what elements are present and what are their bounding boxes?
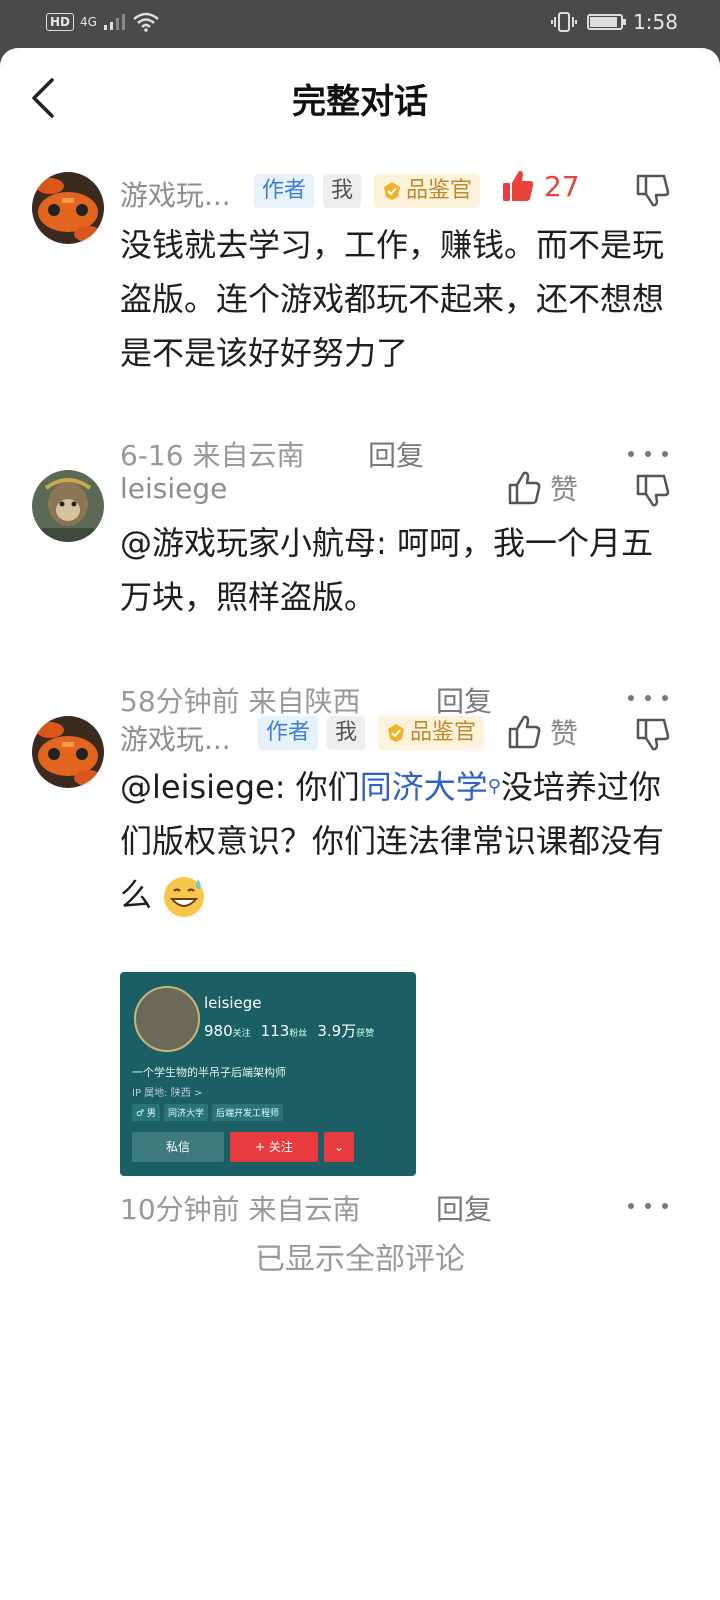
- more-dot-icon: [645, 451, 651, 457]
- thumbs-up-icon: [508, 471, 541, 505]
- more-dot-icon: [645, 1203, 651, 1209]
- profile-screenshot-attachment[interactable]: leisiege 980关注 113粉丝 3.9万获赞 一个学生物的半吊子后端架构师…: [120, 972, 416, 1176]
- username[interactable]: 游戏玩...: [120, 718, 231, 758]
- thumbs-down-icon[interactable]: [634, 170, 672, 208]
- comment-text: 没钱就去学习，工作，赚钱。而不是玩盗版。连个游戏都玩不起来，还不想想是不是该好好…: [120, 226, 665, 372]
- like-button[interactable]: 27: [500, 168, 580, 204]
- like-button[interactable]: 赞: [506, 712, 578, 752]
- avatar[interactable]: [32, 716, 104, 788]
- username[interactable]: 游戏玩...: [120, 174, 231, 214]
- more-dot-icon: [662, 1203, 668, 1209]
- like-label: 赞: [550, 473, 579, 506]
- like-button[interactable]: 赞: [506, 468, 578, 508]
- sweat-smile-emoji-icon: [164, 877, 205, 917]
- comment-item: 游戏玩... 作者 我 品鉴官 赞 @leisiege: 你们同济大学⚲没培养过…: [0, 712, 720, 1232]
- vibrate-icon: [551, 12, 578, 32]
- following-label: 关注: [232, 1029, 251, 1039]
- attachment-tags: ♂ 男 同济大学 后端开发工程师: [132, 1104, 283, 1121]
- gamepad-avatar-image: [32, 716, 104, 788]
- more-options-button[interactable]: [628, 688, 668, 708]
- thumbs-down-icon[interactable]: [634, 714, 672, 752]
- attachment-username: leisiege: [204, 994, 262, 1012]
- wifi-icon: [133, 12, 159, 32]
- reply-button[interactable]: 回复: [436, 1188, 492, 1228]
- signal-icon: 4G: [80, 15, 97, 29]
- judge-badge-label: 品鉴官: [406, 178, 473, 203]
- comment-text: @leisiege: 你们同济大学⚲没培养过你们版权意识？你们连法律常识课都没有…: [120, 760, 680, 922]
- me-badge: 我: [323, 174, 362, 208]
- more-options-button[interactable]: [628, 444, 668, 464]
- author-badge: 作者: [254, 174, 315, 208]
- fans-label: 粉丝: [289, 1029, 308, 1039]
- fans-count: 113: [260, 1022, 290, 1040]
- attachment-tag: 同济大学: [163, 1104, 208, 1121]
- more-dot-icon: [628, 695, 634, 701]
- more-options-button[interactable]: [628, 1196, 668, 1216]
- like-count: 27: [544, 169, 580, 203]
- gamepad-avatar-image: [32, 172, 104, 244]
- clock: 1:58: [633, 10, 678, 34]
- school-link-label: 同济大学: [359, 768, 488, 806]
- author-badge: 作者: [258, 716, 319, 750]
- comment-text-prefix: @leisiege: 你们: [120, 768, 360, 806]
- attachment-more-button: ⌄: [324, 1132, 354, 1162]
- thumbs-down-icon[interactable]: [634, 470, 672, 508]
- comment-item: 游戏玩... 作者 我 品鉴官 27 没钱就去学习，工作，赚钱。而不是玩盗版。连…: [0, 168, 720, 472]
- school-link[interactable]: 同济大学⚲: [360, 768, 501, 806]
- battery-icon: [587, 14, 627, 30]
- more-dot-icon: [628, 1203, 634, 1209]
- thumbs-up-filled-icon: [503, 170, 534, 201]
- judge-badge: 品鉴官: [378, 716, 485, 750]
- monkey-king-avatar-image: [32, 470, 104, 542]
- more-dot-icon: [645, 695, 651, 701]
- attachment-dm-button: 私信: [132, 1132, 224, 1162]
- page-title: 完整对话: [292, 82, 428, 122]
- more-dot-icon: [662, 451, 668, 457]
- comment-item: leisiege 赞 @游戏玩家小航母: 呵呵，我一个月五万块，照样盗版。 58…: [0, 466, 720, 718]
- status-bar: HD 4G 1:58: [0, 0, 720, 48]
- avatar[interactable]: [32, 172, 104, 244]
- attachment-follow-button: + 关注: [230, 1132, 318, 1162]
- attachment-stats: 980关注 113粉丝 3.9万获赞: [204, 1020, 384, 1041]
- more-dot-icon: [662, 695, 668, 701]
- conversation-sheet: 完整对话 游戏玩... 作者 我 品鉴官 27 没钱就去学习，工作，赚钱。而不是…: [0, 48, 720, 1600]
- attachment-ip: IP 属地: 陕西 >: [132, 1088, 203, 1099]
- attachment-tag: ♂ 男: [132, 1104, 160, 1121]
- judge-badge: 品鉴官: [374, 174, 481, 208]
- likes-count: 3.9万: [317, 1022, 357, 1040]
- comment-meta: 10分钟前 来自云南: [120, 1193, 361, 1226]
- verified-icon: [388, 724, 404, 742]
- me-badge: 我: [327, 716, 366, 750]
- signal-bars-icon: [103, 14, 125, 30]
- comment-text: @游戏玩家小航母: 呵呵，我一个月五万块，照样盗版。: [120, 524, 653, 616]
- username[interactable]: leisiege: [120, 472, 227, 505]
- battery-level: [590, 17, 618, 27]
- all-comments-shown-note: 已显示全部评论: [255, 1242, 465, 1277]
- avatar[interactable]: [32, 470, 104, 542]
- judge-badge-label: 品鉴官: [410, 720, 477, 745]
- attachment-tag: 后端开发工程师: [211, 1104, 283, 1121]
- attachment-avatar: [134, 986, 200, 1052]
- hd-indicator: HD: [46, 13, 75, 31]
- like-label: 赞: [550, 717, 579, 750]
- attachment-bio: 一个学生物的半吊子后端架构师: [132, 1066, 286, 1079]
- header: 完整对话: [0, 48, 720, 148]
- more-dot-icon: [628, 451, 634, 457]
- thumbs-up-icon: [508, 715, 541, 749]
- following-count: 980: [204, 1022, 233, 1040]
- likes-label: 获赞: [356, 1029, 375, 1039]
- verified-icon: [384, 182, 400, 200]
- search-icon: ⚲: [487, 776, 501, 797]
